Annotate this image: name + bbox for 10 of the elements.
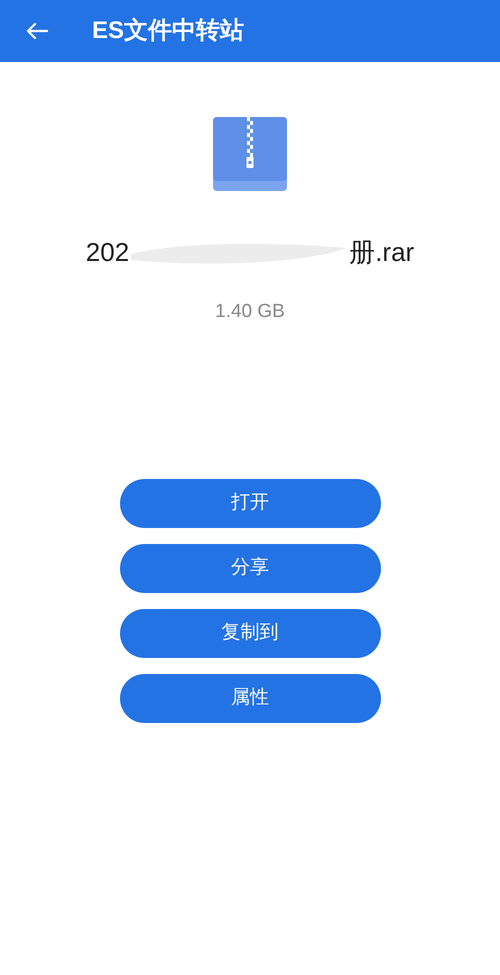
file-name-end: 册.rar — [349, 236, 414, 269]
file-name-start: 202 — [86, 236, 130, 269]
action-button[interactable]: 复制到 — [120, 608, 380, 658]
action-button[interactable]: 分享 — [120, 544, 380, 592]
action-button[interactable]: 打开 — [120, 478, 380, 528]
action-button[interactable]: 属性 — [120, 674, 380, 722]
back-arrow-icon — [26, 22, 48, 40]
file-size: 1.40 GB — [215, 300, 285, 324]
app-bar-title: ES文件中转站 — [92, 16, 244, 46]
archive-file-icon — [213, 117, 287, 191]
